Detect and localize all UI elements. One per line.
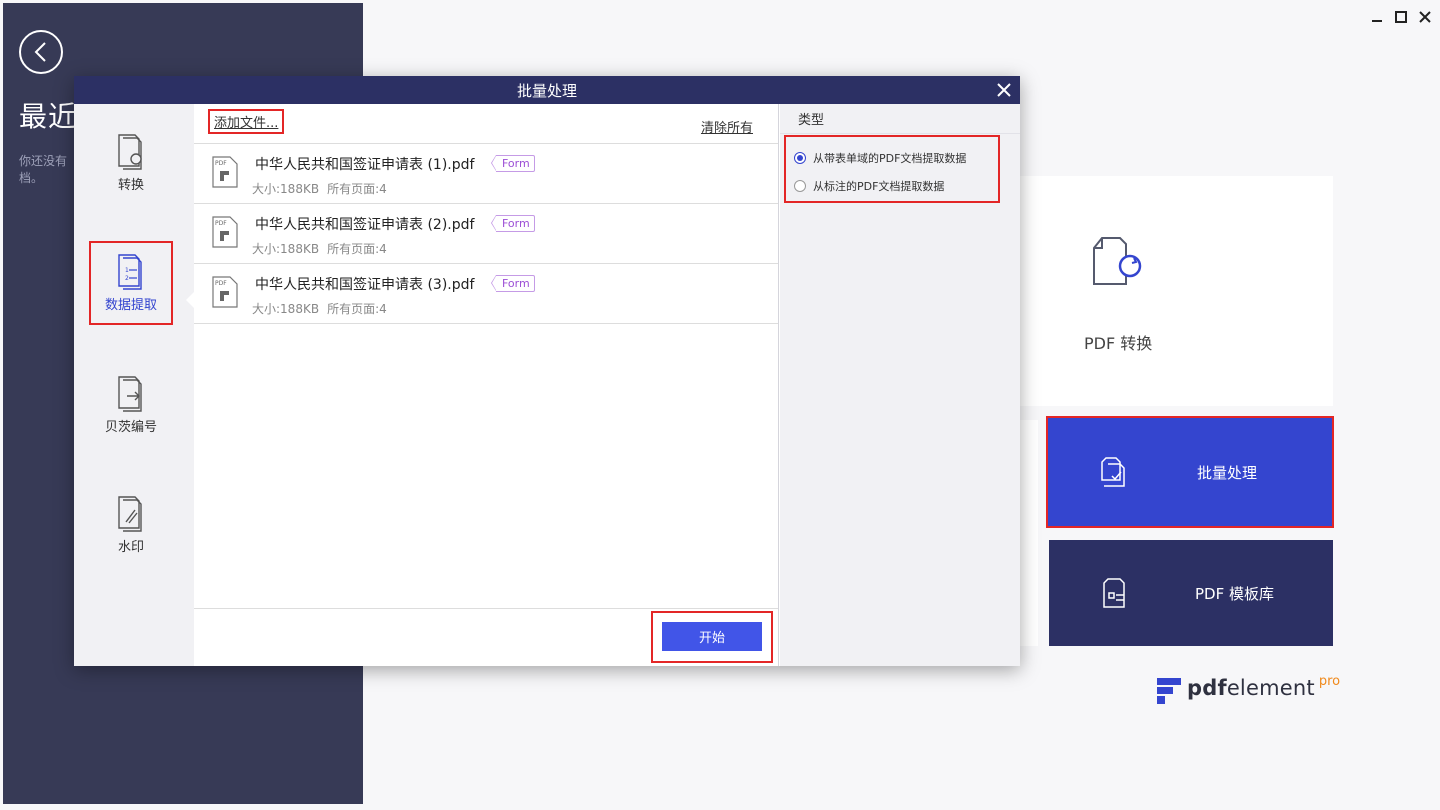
start-button-highlight: 开始 [651, 611, 773, 663]
file-list-pane: 添加文件... 清除所有 PDF 中华人民共和国签证申请表 (1).pdf Fo… [194, 104, 779, 666]
radio-extract-form-fields[interactable]: 从带表单域的PDF文档提取数据 [794, 150, 966, 166]
file-row[interactable]: PDF 中华人民共和国签证申请表 (3).pdf Form 大小:188KB 所有… [194, 264, 778, 324]
file-pages: 所有页面:4 [327, 242, 387, 256]
file-name: 中华人民共和国签证申请表 (2).pdf [255, 217, 475, 233]
back-button[interactable] [19, 30, 63, 74]
maximize-icon [1395, 11, 1407, 23]
close-window-button[interactable] [1416, 8, 1434, 26]
batch-nav: 转换 1 2 数据提取 贝茨编号 水印 [74, 104, 194, 666]
pdf-convert-card[interactable] [1020, 176, 1333, 406]
pdf-file-icon: PDF [212, 276, 238, 308]
radio-button-selected[interactable] [794, 152, 806, 164]
radio-button[interactable] [794, 180, 806, 192]
recent-title: 最近 [19, 100, 78, 133]
file-pages: 所有页面:4 [327, 182, 387, 196]
radio-label: 从标注的PDF文档提取数据 [813, 180, 945, 193]
nav-item-convert[interactable]: 转换 [90, 134, 172, 216]
pdf-template-label: PDF 模板库 [1195, 584, 1274, 603]
close-icon [997, 83, 1011, 97]
radio-extract-annotations[interactable]: 从标注的PDF文档提取数据 [794, 178, 944, 194]
nav-item-bates-number[interactable]: 贝茨编号 [90, 376, 172, 458]
type-pane: 类型 从带表单域的PDF文档提取数据 从标注的PDF文档提取数据 [780, 104, 1020, 666]
logo-pdf-text: pdf [1187, 676, 1227, 700]
logo-pro-text: pro [1318, 674, 1341, 689]
bates-number-icon [118, 376, 142, 412]
type-options: 从带表单域的PDF文档提取数据 从标注的PDF文档提取数据 [784, 135, 1000, 203]
form-tag: Form [491, 275, 535, 292]
pdf-file-icon: PDF [212, 156, 238, 188]
radio-label: 从带表单域的PDF文档提取数据 [813, 152, 967, 165]
recent-empty-text: 你还没有 档。 [19, 154, 68, 185]
file-size: 大小:188KB [252, 242, 320, 256]
nav-label-watermark: 水印 [117, 540, 144, 555]
file-row[interactable]: PDF 中华人民共和国签证申请表 (1).pdf Form 大小:188KB 所有… [194, 144, 778, 204]
file-size: 大小:188KB [252, 182, 320, 196]
minimize-button[interactable] [1368, 8, 1386, 26]
close-icon [1419, 11, 1431, 23]
form-tag: Form [491, 215, 535, 232]
dialog-close-button[interactable] [994, 80, 1014, 100]
data-extract-icon: 1 2 [118, 254, 142, 290]
file-list-footer: 开始 [194, 608, 778, 666]
pdf-file-icon: PDF [212, 216, 238, 248]
svg-text:1: 1 [125, 267, 129, 274]
convert-file-icon [1093, 237, 1142, 285]
logo-element-text: element [1226, 676, 1315, 700]
batch-process-icon [1101, 457, 1125, 487]
type-title: 类型 [780, 104, 1020, 134]
svg-text:2: 2 [125, 275, 129, 282]
convert-icon [118, 134, 142, 170]
pdfelement-logo-icon [1157, 678, 1181, 704]
nav-item-data-extract[interactable]: 1 2 数据提取 [89, 241, 173, 325]
card-edge [1020, 420, 1038, 646]
nav-label-data-extract: 数据提取 [104, 298, 157, 313]
maximize-button[interactable] [1392, 8, 1410, 26]
file-toolbar: 添加文件... 清除所有 [194, 104, 778, 144]
svg-text:PDF: PDF [215, 220, 227, 227]
clear-all-link[interactable]: 清除所有 [701, 117, 753, 136]
file-size: 大小:188KB [252, 302, 320, 316]
file-row[interactable]: PDF 中华人民共和国签证申请表 (2).pdf Form 大小:188KB 所有… [194, 204, 778, 264]
pdf-template-card[interactable]: PDF 模板库 [1049, 540, 1333, 646]
pdf-convert-label: PDF 转换 [1084, 334, 1153, 353]
dialog-title: 批量处理 [516, 81, 577, 100]
file-pages: 所有页面:4 [327, 302, 387, 316]
nav-label-convert: 转换 [117, 178, 144, 193]
add-files-link[interactable]: 添加文件... [207, 109, 285, 134]
file-name: 中华人民共和国签证申请表 (1).pdf [255, 157, 475, 173]
nav-item-watermark[interactable]: 水印 [90, 496, 172, 578]
dialog-header: 批量处理 [74, 76, 1020, 104]
window-controls [1368, 8, 1434, 26]
chevron-left-icon [34, 42, 46, 62]
minimize-icon [1372, 20, 1382, 22]
batch-process-label: 批量处理 [1197, 463, 1258, 482]
watermark-icon [118, 496, 142, 532]
file-name: 中华人民共和国签证申请表 (3).pdf [255, 277, 475, 293]
pdfelement-logo: pdfelement pro [1157, 674, 1341, 704]
batch-process-dialog: 批量处理 转换 1 2 数据提取 贝茨编号 水印 添加文件... 清除所有 PD… [74, 76, 1020, 666]
svg-text:PDF: PDF [215, 280, 227, 287]
start-button[interactable]: 开始 [662, 622, 762, 651]
form-tag: Form [491, 155, 535, 172]
batch-process-card[interactable]: 批量处理 [1046, 416, 1334, 528]
svg-text:PDF: PDF [215, 160, 227, 167]
template-icon [1103, 578, 1125, 608]
nav-label-bates-number: 贝茨编号 [104, 420, 157, 435]
nav-selection-caret [186, 292, 194, 308]
